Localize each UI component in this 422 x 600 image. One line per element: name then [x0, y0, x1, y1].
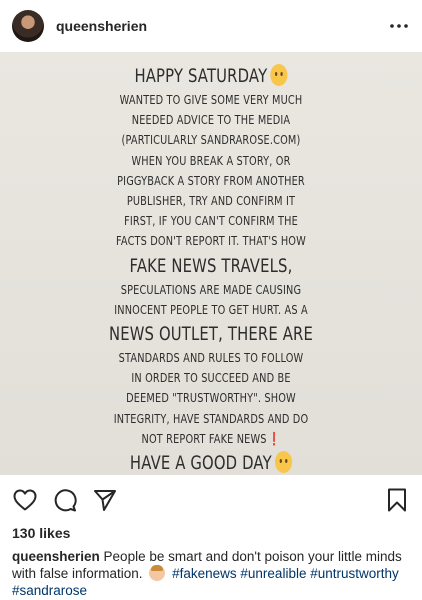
hashtag-link[interactable]: #unrealible	[240, 566, 306, 581]
story-line: NOT REPORT FAKE NEWS ❗	[141, 430, 281, 446]
caption-username[interactable]: queensherien	[12, 549, 100, 564]
hashtag-link[interactable]: #fakenews	[172, 566, 237, 581]
share-icon[interactable]	[92, 487, 118, 513]
bookmark-icon[interactable]	[384, 487, 410, 513]
story-line: HAPPY SATURDAY	[46, 62, 375, 90]
story-line: STANDARDS AND RULES TO FOLLOW	[118, 350, 304, 366]
story-line: FAKE NEWS TRAVELS,	[129, 254, 293, 277]
action-bar	[0, 475, 422, 525]
story-line: IN ORDER TO SUCCEED AND BE	[131, 370, 291, 386]
avatar[interactable]	[12, 10, 44, 42]
exclamation-icon: ❗	[268, 430, 281, 446]
woman-facepalming-emoji-icon	[149, 565, 166, 581]
heart-icon[interactable]	[12, 487, 38, 513]
story-line: NEEDED ADVICE TO THE MEDIA	[131, 112, 291, 128]
story-line: FACTS DON'T REPORT IT. THAT'S HOW	[116, 233, 306, 249]
story-line: NEWS OUTLET, THERE ARE	[108, 323, 314, 346]
hashtag-link[interactable]: #untrustworthy	[310, 566, 399, 581]
story-line: WANTED TO GIVE SOME VERY MUCH	[119, 92, 303, 107]
story-line: (PARTICULARLY SANDRAROSE.COM)	[121, 132, 301, 148]
post-username[interactable]: queensherien	[56, 18, 147, 34]
story-line: INTEGRITY, HAVE STANDARDS AND DO	[113, 410, 309, 426]
story-line: HAVE A GOOD DAY	[46, 449, 375, 477]
kissing-face-emoji-icon	[274, 451, 293, 474]
story-line: INNOCENT PEOPLE TO GET HURT. AS A	[114, 301, 308, 317]
story-line: PIGGYBACK A STORY FROM ANOTHER	[117, 172, 305, 188]
post-caption: queensherien People be smart and don't p…	[12, 548, 416, 599]
story-line: SPECULATIONS ARE MADE CAUSING	[120, 281, 302, 297]
post-image[interactable]: HAPPY SATURDAY WANTED TO GIVE SOME VERY …	[0, 52, 422, 475]
hashtag-link[interactable]: #sandrarose	[12, 583, 87, 598]
more-options-icon[interactable]	[388, 15, 410, 37]
story-line: PUBLISHER, TRY AND CONFIRM IT	[126, 193, 296, 209]
likes-count[interactable]: 130 likes	[12, 525, 70, 541]
comment-icon[interactable]	[52, 487, 78, 513]
hugging-face-emoji-icon	[270, 64, 288, 86]
story-line: WHEN YOU BREAK A STORY, OR	[131, 152, 291, 168]
story-line: FIRST, IF YOU CAN'T CONFIRM THE	[124, 213, 298, 229]
story-text: HAPPY SATURDAY WANTED TO GIVE SOME VERY …	[0, 62, 422, 477]
post-header: queensherien	[0, 0, 422, 52]
story-line: DEEMED "TRUSTWORTHY". SHOW	[126, 390, 296, 406]
